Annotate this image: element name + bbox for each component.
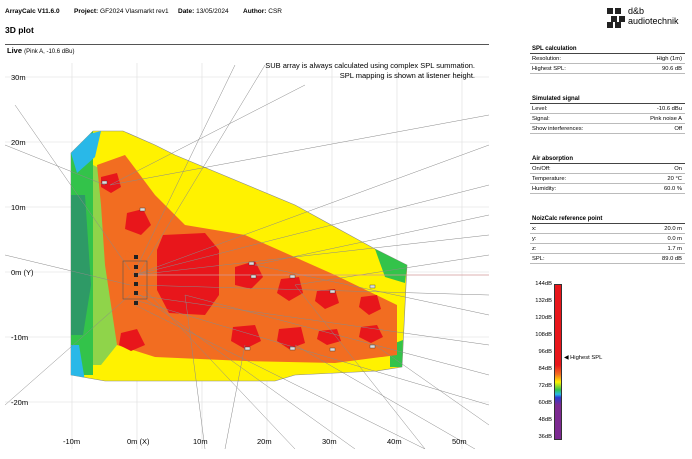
panel-title: SPL calculation	[530, 44, 685, 54]
y-axis-labels: 30m 20m 10m 0m (Y) -10m -20m	[11, 73, 34, 407]
panel-title: Simulated signal	[530, 94, 685, 104]
x-tick: -10m	[63, 437, 80, 446]
y-tick: 10m	[11, 203, 26, 212]
author-value: CSR	[268, 8, 283, 15]
row-label: y:	[532, 236, 537, 242]
air-absorption-panel: Air absorption On/Off: On Temperature: 20 …	[530, 154, 685, 194]
triangle-marker-icon: ◀	[564, 355, 569, 361]
panel-row: Temperature: 20 °C	[530, 174, 685, 184]
x-tick: 0m (X)	[127, 437, 150, 446]
note-line1: SUB array is always calculated using com…	[265, 61, 475, 70]
row-label: Highest SPL:	[532, 66, 566, 72]
y-tick: -20m	[11, 398, 28, 407]
row-label: Level:	[532, 106, 548, 112]
row-label: Signal:	[532, 116, 550, 122]
live-title: Live	[7, 46, 23, 55]
scale-tick: 96dB	[538, 349, 552, 355]
scale-tick: 144dB	[535, 281, 552, 287]
live-label: Live (Pink A, -10.6 dBu)	[7, 46, 74, 55]
row-value: Pink noise A	[650, 116, 682, 122]
panel-row: y: 0.0 m	[530, 234, 685, 244]
panel-row: z: 1.7 m	[530, 244, 685, 254]
panel-title: NoizCalc reference point	[530, 214, 685, 224]
app-version: ArrayCalc V11.6.0	[5, 8, 60, 15]
spl-map-graphic: 30m 20m 10m 0m (Y) -10m -20m -10m 0m (X)…	[5, 63, 489, 449]
panel-row: Show interferences: Off	[530, 124, 685, 134]
highest-spl-marker: ◀ Highest SPL	[564, 355, 602, 361]
project-info: Project: GF2024 Vlasmarkt rev1	[74, 8, 169, 15]
scale-tick: 36dB	[538, 434, 552, 440]
author-label: Author:	[243, 8, 267, 15]
panel-row: Highest SPL: 90.6 dB	[530, 64, 685, 74]
scale-tick: 72dB	[538, 383, 552, 389]
color-scale-bar	[554, 284, 562, 440]
note-line2: SPL mapping is shown at listener height.	[339, 71, 475, 80]
project-name: GF2024 Vlasmarkt rev1	[100, 8, 169, 15]
page-title: 3D plot	[5, 25, 34, 35]
report-header: ArrayCalc V11.6.0 Project: GF2024 Vlasma…	[0, 0, 692, 40]
db-audiotechnik-logo: d&b audiotechnik	[606, 6, 686, 30]
row-label: Show interferences:	[532, 126, 584, 132]
row-value: 60.0 %	[663, 186, 682, 192]
row-value: 20 °C	[667, 176, 682, 182]
logo-grid-icon	[607, 8, 625, 28]
spl-color-scale: 144dB 132dB 120dB 108dB 96dB 84dB 72dB 6…	[530, 280, 650, 445]
highest-spl-label: Highest SPL	[570, 355, 603, 361]
row-value: Off	[674, 126, 682, 132]
y-tick: 0m (Y)	[11, 268, 34, 277]
logo-line1: d&b	[628, 6, 645, 16]
row-value: High (1m)	[656, 56, 682, 62]
noizcalc-reference-panel: NoizCalc reference point x: 20.0 m y: 0.0 …	[530, 214, 685, 264]
row-label: x:	[532, 226, 537, 232]
panel-row: On/Off: On	[530, 164, 685, 174]
row-label: On/Off:	[532, 166, 551, 172]
spl-calculation-panel: SPL calculation Resolution: High (1m) Hig…	[530, 44, 685, 74]
x-tick: 20m	[257, 437, 272, 446]
live-signal: (Pink A, -10.6 dBu)	[24, 49, 75, 55]
row-label: Humidity:	[532, 186, 557, 192]
row-label: Resolution:	[532, 56, 562, 62]
date-value: 13/05/2024	[196, 8, 229, 15]
x-axis-labels: -10m 0m (X) 10m 20m 30m 40m 50m	[63, 437, 467, 446]
row-value: 90.6 dB	[662, 66, 682, 72]
row-value: 20.0 m	[664, 226, 682, 232]
panel-title: Air absorption	[530, 154, 685, 164]
plot-note: SUB array is always calculated using com…	[265, 61, 475, 81]
row-value: 89.0 dB	[662, 256, 682, 262]
row-value: On	[674, 166, 682, 172]
row-value: 0.0 m	[667, 236, 683, 242]
panel-row: Signal: Pink noise A	[530, 114, 685, 124]
x-tick: 40m	[387, 437, 402, 446]
date-info: Date: 13/05/2024	[178, 8, 229, 15]
panel-row: SPL: 89.0 dB	[530, 254, 685, 264]
logo-text: d&b audiotechnik	[628, 6, 679, 26]
row-label: z:	[532, 246, 537, 252]
y-tick: 20m	[11, 138, 26, 147]
row-label: Temperature:	[532, 176, 567, 182]
scale-tick: 84dB	[538, 366, 552, 372]
logo-line2: audiotechnik	[628, 16, 679, 26]
spl-plot[interactable]: 30m 20m 10m 0m (Y) -10m -20m -10m 0m (X)…	[5, 44, 489, 449]
panel-row: Level: -10.6 dBu	[530, 104, 685, 114]
x-tick: 10m	[193, 437, 208, 446]
x-tick: 50m	[452, 437, 467, 446]
scale-tick: 48dB	[538, 417, 552, 423]
scale-tick: 60dB	[538, 400, 552, 406]
scale-tick: 132dB	[535, 298, 552, 304]
date-label: Date:	[178, 8, 195, 15]
simulated-signal-panel: Simulated signal Level: -10.6 dBu Signal:…	[530, 94, 685, 134]
author-info: Author: CSR	[243, 8, 282, 15]
row-value: -10.6 dBu	[656, 106, 682, 112]
panel-row: x: 20.0 m	[530, 224, 685, 234]
y-tick: -10m	[11, 333, 28, 342]
panel-row: Humidity: 60.0 %	[530, 184, 685, 194]
x-tick: 30m	[322, 437, 337, 446]
scale-tick: 108dB	[535, 332, 552, 338]
panel-row: Resolution: High (1m)	[530, 54, 685, 64]
project-label: Project:	[74, 8, 99, 15]
y-tick: 30m	[11, 73, 26, 82]
row-value: 1.7 m	[667, 246, 683, 252]
scale-tick: 120dB	[535, 315, 552, 321]
row-label: SPL:	[532, 256, 545, 262]
